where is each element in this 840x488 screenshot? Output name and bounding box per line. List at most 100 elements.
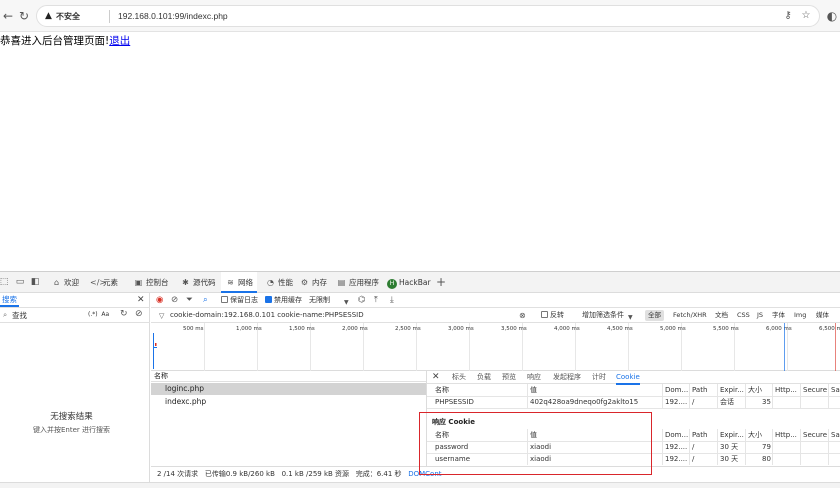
cookie-size: 35 [762, 398, 771, 406]
detail-tabbar: ✕ 标头 负载 预览 响应 发起程序 计时 Cookie [427, 371, 840, 385]
filter-input[interactable]: cookie-domain:192.168.0.101 cookie-name:… [170, 310, 364, 321]
tab-cookie[interactable]: Cookie [616, 372, 640, 385]
cookie-path: / [692, 443, 695, 451]
request-list-header[interactable]: 名称 [151, 371, 426, 382]
tab-performance[interactable]: ◔ 性能 [262, 272, 296, 293]
tab-headers[interactable]: 标头 [452, 372, 466, 383]
cookie-domain: 192.... [665, 443, 688, 451]
col-name[interactable]: 名称 [435, 385, 449, 396]
col-secure[interactable]: Secure [803, 430, 827, 441]
divider [427, 408, 840, 409]
logout-link[interactable]: 退出 [109, 35, 130, 47]
search-input[interactable]: ⌕ 查找 (.*) Aa ↻ ⊘ [0, 308, 150, 323]
divider [828, 429, 829, 465]
inspect-icon[interactable]: ⬚ [0, 276, 10, 288]
invert-checkbox[interactable]: 反转 [541, 310, 564, 321]
reload-icon[interactable]: ↻ [16, 8, 32, 24]
network-toolbar: ◉ ⊘ ⏷ ⌕ 保留日志 禁用缓存 无限制 ▼ ⌬ ⤒ ⤓ [151, 293, 840, 308]
throttle-select[interactable]: 无限制 [309, 295, 330, 306]
col-secure[interactable]: Secure [803, 385, 827, 396]
type-filter-all[interactable]: 全部 [645, 310, 664, 321]
tab-welcome[interactable]: ⌂ 欢迎 [48, 272, 82, 293]
tab-application[interactable]: ▤ 应用程序 [333, 272, 382, 293]
timeline-tick-label: 2,500 ms [395, 326, 421, 332]
key-icon[interactable]: ⚷ [781, 9, 795, 23]
export-icon[interactable]: ⤓ [390, 295, 394, 306]
request-row-loginc[interactable]: loginc.php [151, 383, 426, 395]
back-icon[interactable]: ← [0, 8, 16, 24]
col-domain[interactable]: Dom... [665, 430, 688, 441]
col-samesite[interactable]: Sa [831, 385, 840, 396]
dock-icon[interactable]: ◧ [29, 276, 41, 288]
network-timeline[interactable]: 500 ms 1,000 ms 1,500 ms 2,000 ms 2,500 ms 3,… [151, 323, 840, 371]
timeline-tick-label: 4,000 ms [554, 326, 580, 332]
case-toggle[interactable]: Aa [101, 311, 109, 318]
regex-toggle[interactable]: (.*) [88, 311, 98, 318]
divider [527, 384, 528, 408]
checkbox-icon [221, 296, 228, 303]
close-icon[interactable]: ✕ [137, 295, 145, 305]
preserve-log-checkbox[interactable]: 保留日志 [221, 295, 258, 306]
tab-memory[interactable]: ⚙ 内存 [296, 272, 330, 293]
add-tab-icon[interactable]: + [435, 276, 447, 288]
address-bar[interactable]: ▲ 不安全 192.168.0.101:99/indexc.php ⚷ ☆ [36, 5, 820, 27]
col-expires[interactable]: Expir... [720, 385, 744, 396]
type-filter-img[interactable]: Img [791, 310, 809, 321]
tab-initiator[interactable]: 发起程序 [553, 372, 581, 383]
col-size[interactable]: 大小 [748, 385, 762, 396]
type-filter-font[interactable]: 字体 [769, 310, 788, 321]
import-icon[interactable]: ⤒ [374, 295, 378, 306]
timeline-tick-label: 6,000 ms [766, 326, 792, 332]
timeline-tick-label: 1,000 ms [236, 326, 262, 332]
more-filters-select[interactable]: 增加筛选条件 [582, 310, 624, 321]
col-httponly[interactable]: Http... [775, 430, 797, 441]
col-path[interactable]: Path [692, 430, 707, 441]
tab-sources[interactable]: ✱ 源代码 [177, 272, 219, 293]
chevron-down-icon[interactable]: ▼ [344, 297, 349, 308]
type-filter-js[interactable]: JS [754, 310, 766, 321]
tab-preview[interactable]: 预览 [502, 372, 516, 383]
tab-network[interactable]: ≋ 网络 [221, 272, 257, 293]
col-path[interactable]: Path [692, 385, 707, 396]
type-filter-css[interactable]: CSS [734, 310, 753, 321]
cookie-size: 79 [762, 443, 771, 451]
col-value[interactable]: 值 [530, 385, 537, 396]
profile-icon[interactable]: ◐ [824, 8, 840, 24]
type-filter-doc[interactable]: 文档 [712, 310, 731, 321]
network-conditions-icon[interactable]: ⌬ [358, 295, 365, 306]
tab-payload[interactable]: 负载 [477, 372, 491, 383]
col-samesite[interactable]: Sa [831, 430, 840, 441]
chevron-down-icon[interactable]: ▼ [628, 312, 633, 323]
clear-filter-icon[interactable]: ⊗ [519, 310, 526, 321]
refresh-icon[interactable]: ↻ [120, 309, 128, 319]
search-tab[interactable]: 搜索 [0, 295, 19, 307]
search-icon[interactable]: ⌕ [203, 295, 208, 306]
security-label[interactable]: 不安全 [56, 11, 80, 22]
tab-response[interactable]: 响应 [527, 372, 541, 383]
warning-icon[interactable]: ▲ [45, 11, 55, 21]
tab-console[interactable]: ▣ 控制台 [130, 272, 172, 293]
col-expires[interactable]: Expir... [720, 430, 744, 441]
url-text[interactable]: 192.168.0.101:99/indexc.php [118, 10, 228, 23]
filter-icon[interactable]: ⏷ [186, 295, 193, 306]
disable-cache-checkbox[interactable]: 禁用缓存 [265, 295, 302, 306]
col-size[interactable]: 大小 [748, 430, 762, 441]
tab-timing[interactable]: 计时 [592, 372, 606, 383]
tab-hackbar[interactable]: H HackBar [384, 272, 434, 293]
type-filter-fetch-xhr[interactable]: Fetch/XHR [670, 310, 710, 321]
col-httponly[interactable]: Http... [775, 385, 797, 396]
request-row-indexc[interactable]: indexc.php [151, 396, 426, 408]
col-domain[interactable]: Dom... [665, 385, 688, 396]
divider [662, 429, 663, 465]
divider [828, 384, 829, 408]
clear-icon[interactable]: ⊘ [135, 309, 143, 319]
tab-elements[interactable]: </>元素 [87, 272, 121, 293]
clear-log-icon[interactable]: ⊘ [171, 295, 178, 306]
record-icon[interactable]: ◉ [156, 295, 163, 306]
type-filter-media[interactable]: 媒体 [813, 310, 832, 321]
close-detail-icon[interactable]: ✕ [432, 372, 440, 383]
timeline-tick-label: 5,500 ms [713, 326, 739, 332]
star-icon[interactable]: ☆ [799, 9, 813, 23]
divider [745, 384, 746, 408]
device-icon[interactable]: ▭ [14, 276, 26, 288]
